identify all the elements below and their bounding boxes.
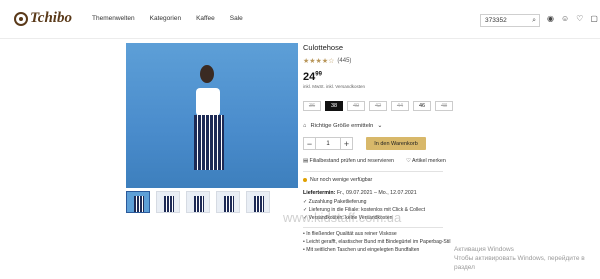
secondary-links: ▤ Filialbestand prüfen und reservieren ♡… [303, 158, 593, 164]
size-40[interactable]: 40 [347, 101, 365, 111]
main-nav: Themenwelten Kategorien Kaffee Sale [92, 15, 243, 22]
divider [303, 171, 443, 172]
quantity-increase-button[interactable]: + [340, 137, 353, 150]
thumbnail-5[interactable] [246, 191, 270, 213]
size-38[interactable]: 38 [325, 101, 343, 111]
nav-kaffee[interactable]: Kaffee [196, 15, 215, 22]
header-icons: ◉ ☺ ♡ ▢ [547, 14, 598, 23]
size-help-label: Richtige Größe ermitteln [310, 123, 374, 129]
product-main-image[interactable] [126, 43, 298, 188]
thumbnail-strip [126, 191, 270, 213]
availability-dot-icon [303, 178, 307, 182]
location-icon[interactable]: ◉ [547, 14, 554, 23]
delivery-date: Liefertermin: Fr., 09.07.2021 – Mo., 12.… [303, 190, 593, 196]
add-to-cart-button[interactable]: In den Warenkorb [366, 137, 426, 150]
thumbnail-3[interactable] [186, 191, 210, 213]
hanger-icon: ⌂ [303, 123, 307, 129]
quantity-input[interactable]: 1 [316, 137, 340, 150]
size-36[interactable]: 36 [303, 101, 321, 111]
review-count: (445) [337, 58, 352, 64]
quantity-row: − 1 + In den Warenkorb [303, 137, 593, 150]
watermark-text: www.kidstaff.com.ua [283, 210, 402, 225]
nav-kategorien[interactable]: Kategorien [150, 15, 181, 22]
tax-note: inkl. MwSt. inkl. Versandkosten [303, 84, 366, 89]
delivery-label: Liefertermin: [303, 190, 336, 196]
model-head [200, 65, 214, 83]
tchibo-logo[interactable]: Tchibo [14, 10, 72, 27]
logo-text: Tchibo [30, 10, 72, 26]
product-title: Culottehose [303, 43, 344, 52]
nav-sale[interactable]: Sale [230, 15, 243, 22]
wishlist-icon[interactable]: ♡ [576, 14, 583, 23]
model-top [196, 88, 220, 116]
chevron-down-icon: ⌄ [377, 123, 383, 129]
remember-link[interactable]: ♡ Artikel merken [406, 158, 446, 164]
rating-stars: ★★★★☆ [303, 58, 335, 65]
size-44[interactable]: 44 [391, 101, 409, 111]
search-icon[interactable]: ⌕ [532, 17, 536, 25]
account-icon[interactable]: ☺ [561, 14, 569, 23]
activation-line-1: Активация Windows [454, 246, 514, 253]
feature-item: • In fließender Qualität aus reiner Visk… [303, 231, 397, 237]
availability-text: Nur noch wenige verfügbar [310, 177, 373, 183]
search-value: 373352 [485, 17, 507, 24]
check-item: ✓ Zuzahlung Paketlieferung [303, 199, 367, 205]
windows-activation-notice: Активация Windows Чтобы активировать Win… [454, 245, 600, 272]
size-46[interactable]: 46 [413, 101, 431, 111]
delivery-value: Fr., 09.07.2021 – Mo., 12.07.2021 [336, 190, 417, 196]
model-pants [194, 115, 224, 170]
availability-status: Nur noch wenige verfügbar [303, 177, 593, 183]
size-help-link[interactable]: ⌂ Richtige Größe ermitteln ⌄ [303, 123, 593, 129]
cart-icon[interactable]: ▢ [590, 14, 598, 23]
price-cents: 99 [315, 71, 322, 78]
nav-themenwelten[interactable]: Themenwelten [92, 15, 135, 22]
size-42[interactable]: 42 [369, 101, 387, 111]
tchibo-logo-icon [14, 11, 28, 26]
size-selector: 36 38 40 42 44 46 48 [303, 101, 593, 111]
thumbnail-4[interactable] [216, 191, 240, 213]
quantity-decrease-button[interactable]: − [303, 137, 316, 150]
size-48[interactable]: 48 [435, 101, 453, 111]
price-main: 24 [303, 71, 316, 83]
search-input[interactable]: 373352 ⌕ [480, 14, 540, 27]
rating[interactable]: ★★★★☆ (445) [303, 57, 593, 65]
thumbnail-2[interactable] [156, 191, 180, 213]
thumbnail-1[interactable] [126, 191, 150, 213]
store-stock-link[interactable]: ▤ Filialbestand prüfen und reservieren [303, 158, 394, 164]
price: 2499 [303, 71, 593, 83]
activation-line-2: Чтобы активировать Windows, перейдите в … [454, 255, 585, 271]
site-header: Tchibo Themenwelten Kategorien Kaffee Sa… [0, 0, 600, 39]
divider [303, 227, 443, 228]
